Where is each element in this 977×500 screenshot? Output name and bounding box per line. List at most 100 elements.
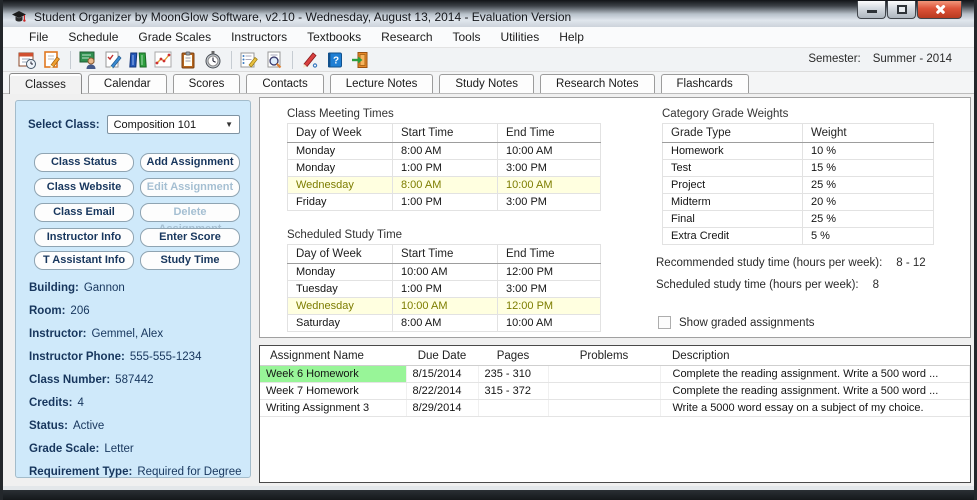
table-row[interactable]: Extra Credit 5 % [662,227,934,245]
class-sidebar: Select Class: Composition 101 ▼ Class St… [15,100,251,478]
tools-icon[interactable] [300,50,320,70]
study-time-button[interactable]: Study Time [140,251,240,270]
tab-contacts[interactable]: Contacts [246,74,324,93]
recommended-study-time: Recommended study time (hours per week):… [656,257,926,269]
assignments-panel: Assignment Name Due Date Pages Problems … [259,345,971,483]
table-row[interactable]: Midterm 20 % [662,193,934,211]
table-row[interactable]: Final 25 % [662,210,934,228]
class-email-button[interactable]: Class Email [34,203,134,222]
menu-textbooks[interactable]: Textbooks [297,28,371,46]
toolbar-separator [70,50,71,69]
info-status: Status: Active [29,420,105,432]
menu-help[interactable]: Help [549,28,594,46]
exit-icon[interactable] [350,50,370,70]
window-bottom-border [3,490,974,500]
assignments-table: Assignment Name Due Date Pages Problems … [260,346,970,417]
info-credits: Credits: 4 [29,397,84,409]
menu-file[interactable]: File [19,28,58,46]
toolbar-separator [292,50,293,69]
table-header-row: Grade Type Weight [662,123,934,143]
app-window: Student Organizer by MoonGlow Software, … [0,0,977,500]
tab-classes[interactable]: Classes [9,73,82,94]
info-grade-scale: Grade Scale: Letter [29,443,134,455]
class-info-list: Building: Gannon Room: 206 Instructor: Gemm… [29,277,244,484]
textbooks-icon[interactable] [128,50,148,70]
class-website-button[interactable]: Class Website [34,178,134,197]
info-instructor: Instructor: Gemmel, Alex [29,328,164,340]
assignment-row[interactable]: Writing Assignment 3 8/29/2014 Write a 5… [260,399,970,417]
svg-text:?: ? [333,55,339,66]
table-row[interactable]: Tuesday 1:00 PM 3:00 PM [287,280,601,298]
assignment-row[interactable]: Week 6 Homework 8/15/2014 235 - 310 Comp… [260,365,970,383]
enter-score-button[interactable]: Enter Score [140,228,240,247]
table-row[interactable]: Homework 10 % [662,142,934,160]
table-row[interactable]: Saturday 8:00 AM 10:00 AM [287,314,601,332]
select-class-label: Select Class: [28,118,100,131]
info-building: Building: Gannon [29,282,125,294]
close-button[interactable] [917,1,962,19]
study-time-title: Scheduled Study Time [287,229,403,241]
class-status-button[interactable]: Class Status [34,153,134,172]
tab-calendar[interactable]: Calendar [87,74,167,93]
tab-lecture-notes[interactable]: Lecture Notes [329,74,434,93]
add-assignment-button[interactable]: Add Assignment [140,153,240,172]
info-room: Room: 206 [29,305,90,317]
table-row[interactable]: Test 15 % [662,159,934,177]
tab-study-notes[interactable]: Study Notes [439,74,535,93]
table-header-row: Assignment Name Due Date Pages Problems … [260,346,970,366]
info-instructor-phone: Instructor Phone: 555-555-1234 [29,351,202,363]
menu-tools[interactable]: Tools [443,28,491,46]
toolbar-separator [231,50,232,69]
instructor-info-button[interactable]: Instructor Info [34,228,134,247]
schedule-icon[interactable] [17,50,37,70]
tab-flashcards[interactable]: Flashcards [660,74,749,93]
minimize-icon [867,10,877,13]
scores-icon[interactable] [153,50,173,70]
show-graded-assignments-row: Show graded assignments [658,316,815,329]
assignment-row[interactable]: Week 7 Homework 8/22/2014 315 - 372 Comp… [260,382,970,400]
grade-scales-icon[interactable] [103,50,123,70]
t-assistant-info-button[interactable]: T Assistant Info [34,251,134,270]
menu-bar: File Schedule Grade Scales Instructors T… [3,27,974,48]
grade-weights-table: Grade Type Weight Homework 10 % Test 15 % … [662,123,934,245]
info-requirement-type: Requirement Type: Required for Degree [29,466,242,478]
minimize-button[interactable] [857,1,886,19]
flashcards-icon[interactable] [239,50,259,70]
table-row-highlighted[interactable]: Wednesday 10:00 AM 12:00 PM [287,297,601,315]
menu-instructors[interactable]: Instructors [221,28,297,46]
show-graded-checkbox[interactable] [658,316,671,329]
tab-scores[interactable]: Scores [172,74,241,93]
instructors-icon[interactable] [78,50,98,70]
class-details-panel: Class Meeting Times Day of Week Start Ti… [259,97,971,338]
maximize-icon [897,5,907,14]
show-graded-label: Show graded assignments [679,316,815,329]
help-icon[interactable]: ? [325,50,345,70]
study-time-table: Day of Week Start Time End Time Monday 10… [287,244,601,332]
menu-grade-scales[interactable]: Grade Scales [128,28,221,46]
add-assignment-icon[interactable] [42,50,62,70]
table-row[interactable]: Friday 1:00 PM 3:00 PM [287,193,601,211]
research-icon[interactable] [264,50,284,70]
table-row[interactable]: Monday 10:00 AM 12:00 PM [287,263,601,281]
table-row[interactable]: Project 25 % [662,176,934,194]
maximize-button[interactable] [887,1,916,19]
classes-tab-content: Select Class: Composition 101 ▼ Class St… [3,94,974,486]
chevron-down-icon: ▼ [225,120,233,129]
graduation-cap-icon [12,10,26,22]
table-row[interactable]: Monday 8:00 AM 10:00 AM [287,142,601,160]
table-header-row: Day of Week Start Time End Time [287,123,601,143]
info-class-number: Class Number: 587442 [29,374,154,386]
tab-research-notes[interactable]: Research Notes [540,74,655,93]
class-select-value: Composition 101 [113,118,197,131]
menu-research[interactable]: Research [371,28,442,46]
notes-icon[interactable] [178,50,198,70]
class-select-dropdown[interactable]: Composition 101 ▼ [106,115,240,134]
table-row[interactable]: Monday 1:00 PM 3:00 PM [287,159,601,177]
table-row-highlighted[interactable]: Wednesday 8:00 AM 10:00 AM [287,176,601,194]
meeting-times-title: Class Meeting Times [287,108,394,120]
delete-assignment-button: Delete Assignment [140,203,240,235]
edit-assignment-button: Edit Assignment [140,178,240,197]
menu-utilities[interactable]: Utilities [491,28,550,46]
study-timer-icon[interactable] [203,50,223,70]
menu-schedule[interactable]: Schedule [58,28,128,46]
